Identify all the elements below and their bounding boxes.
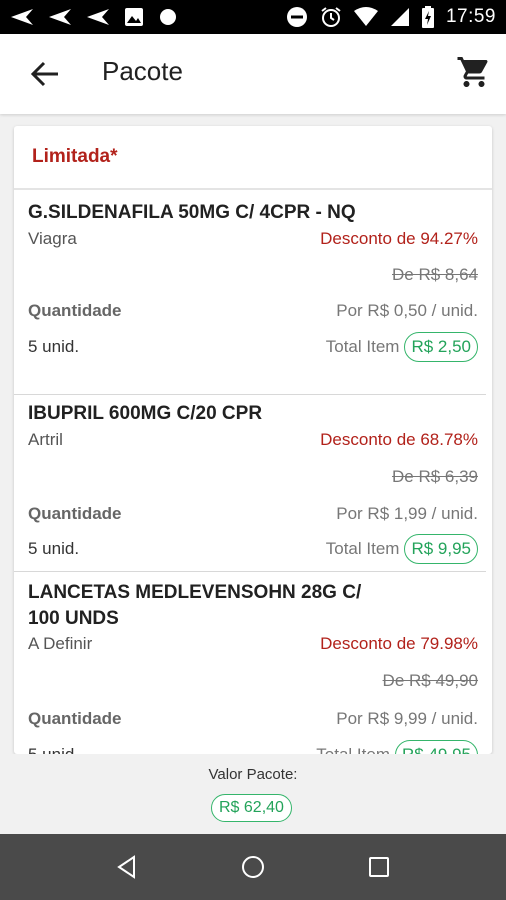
package-value-badge: R$ 62,40 (211, 794, 292, 822)
total-item-badge: R$ 9,95 (404, 534, 478, 564)
status-bar-time: 17:59 (445, 6, 496, 27)
wifi-icon (353, 7, 378, 27)
image-icon (124, 7, 144, 27)
quantity-label: Quantidade (28, 504, 122, 523)
total-item-label: Total Item (325, 337, 400, 356)
page-title: Pacote (102, 56, 183, 86)
product-brand: Artril (28, 430, 63, 449)
old-price: De R$ 6,39 (392, 467, 478, 486)
quantity-value: 5 unid. (28, 745, 79, 754)
back-button[interactable] (28, 59, 62, 89)
discount-label: Desconto de 94.27% (320, 229, 478, 248)
quantity-label: Quantidade (28, 709, 122, 728)
arrow-left-icon (30, 61, 58, 87)
cart-button[interactable] (456, 54, 492, 90)
status-bar-system: 17:59 (286, 6, 506, 28)
send-icon (48, 8, 72, 26)
unit-price: Por R$ 9,99 / unid. (336, 709, 478, 728)
system-nav-bar (0, 834, 506, 900)
send-icon (86, 8, 110, 26)
nav-recents-button[interactable] (366, 854, 392, 880)
circle-icon (158, 7, 178, 27)
package-summary: Valor Pacote: R$ 62,40 (0, 754, 506, 834)
product-brand: A Definir (28, 634, 93, 653)
old-price: De R$ 49,90 (382, 671, 478, 690)
old-price: De R$ 8,64 (392, 265, 478, 284)
quantity-value: 5 unid. (28, 337, 80, 356)
square-recents-icon (369, 857, 389, 877)
nav-home-button[interactable] (240, 854, 266, 880)
status-bar: 17:59 (0, 0, 506, 34)
card-header: Limitada* (14, 126, 492, 190)
quantity-label: Quantidade (28, 301, 122, 320)
discount-label: Desconto de 79.98% (320, 634, 478, 653)
total-item-label: Total Item (316, 745, 390, 754)
triangle-back-icon (117, 855, 135, 879)
battery-icon (421, 6, 434, 28)
product-name: G.SILDENAFILA 50MG C/ 4CPR - NQ (28, 202, 356, 223)
product-name: LANCETAS MEDLEVENSOHN 28G C/ 100 UNDS (28, 582, 362, 629)
list-item: G.SILDENAFILA 50MG C/ 4CPR - NQ Viagra D… (14, 190, 486, 395)
total-item-badge: R$ 2,50 (404, 332, 478, 362)
do-not-disturb-icon (286, 6, 308, 28)
item-total: Total Item R$ 9,95 (326, 534, 478, 564)
product-brand: Viagra (28, 229, 77, 248)
unit-price: Por R$ 0,50 / unid. (336, 301, 478, 320)
circle-home-icon (242, 856, 264, 878)
quantity-value: 5 unid. (28, 539, 80, 558)
signal-icon (390, 7, 410, 27)
list-item: IBUPRIL 600MG C/20 CPR Artril Desconto d… (14, 395, 486, 572)
total-item-label: Total Item (325, 539, 400, 558)
status-bar-notifications (0, 7, 178, 27)
nav-back-button[interactable] (114, 854, 140, 880)
list-item: LANCETAS MEDLEVENSOHN 28G C/ 100 UNDS A … (14, 572, 486, 754)
package-card: Limitada* G.SILDENAFILA 50MG C/ 4CPR - N… (14, 126, 492, 754)
product-name: IBUPRIL 600MG C/20 CPR (28, 403, 263, 424)
item-total: Total Item R$ 49,95 (316, 740, 478, 754)
discount-label: Desconto de 68.78% (320, 430, 478, 449)
app-bar: Pacote (0, 34, 506, 114)
alarm-icon (320, 6, 342, 28)
send-icon (10, 8, 34, 26)
total-item-badge: R$ 49,95 (395, 740, 478, 754)
limited-label: Limitada* (32, 146, 118, 167)
package-value-label: Valor Pacote: (208, 766, 298, 783)
unit-price: Por R$ 1,99 / unid. (336, 504, 478, 523)
shopping-cart-icon (457, 57, 488, 87)
item-total: Total Item R$ 2,50 (326, 332, 478, 362)
